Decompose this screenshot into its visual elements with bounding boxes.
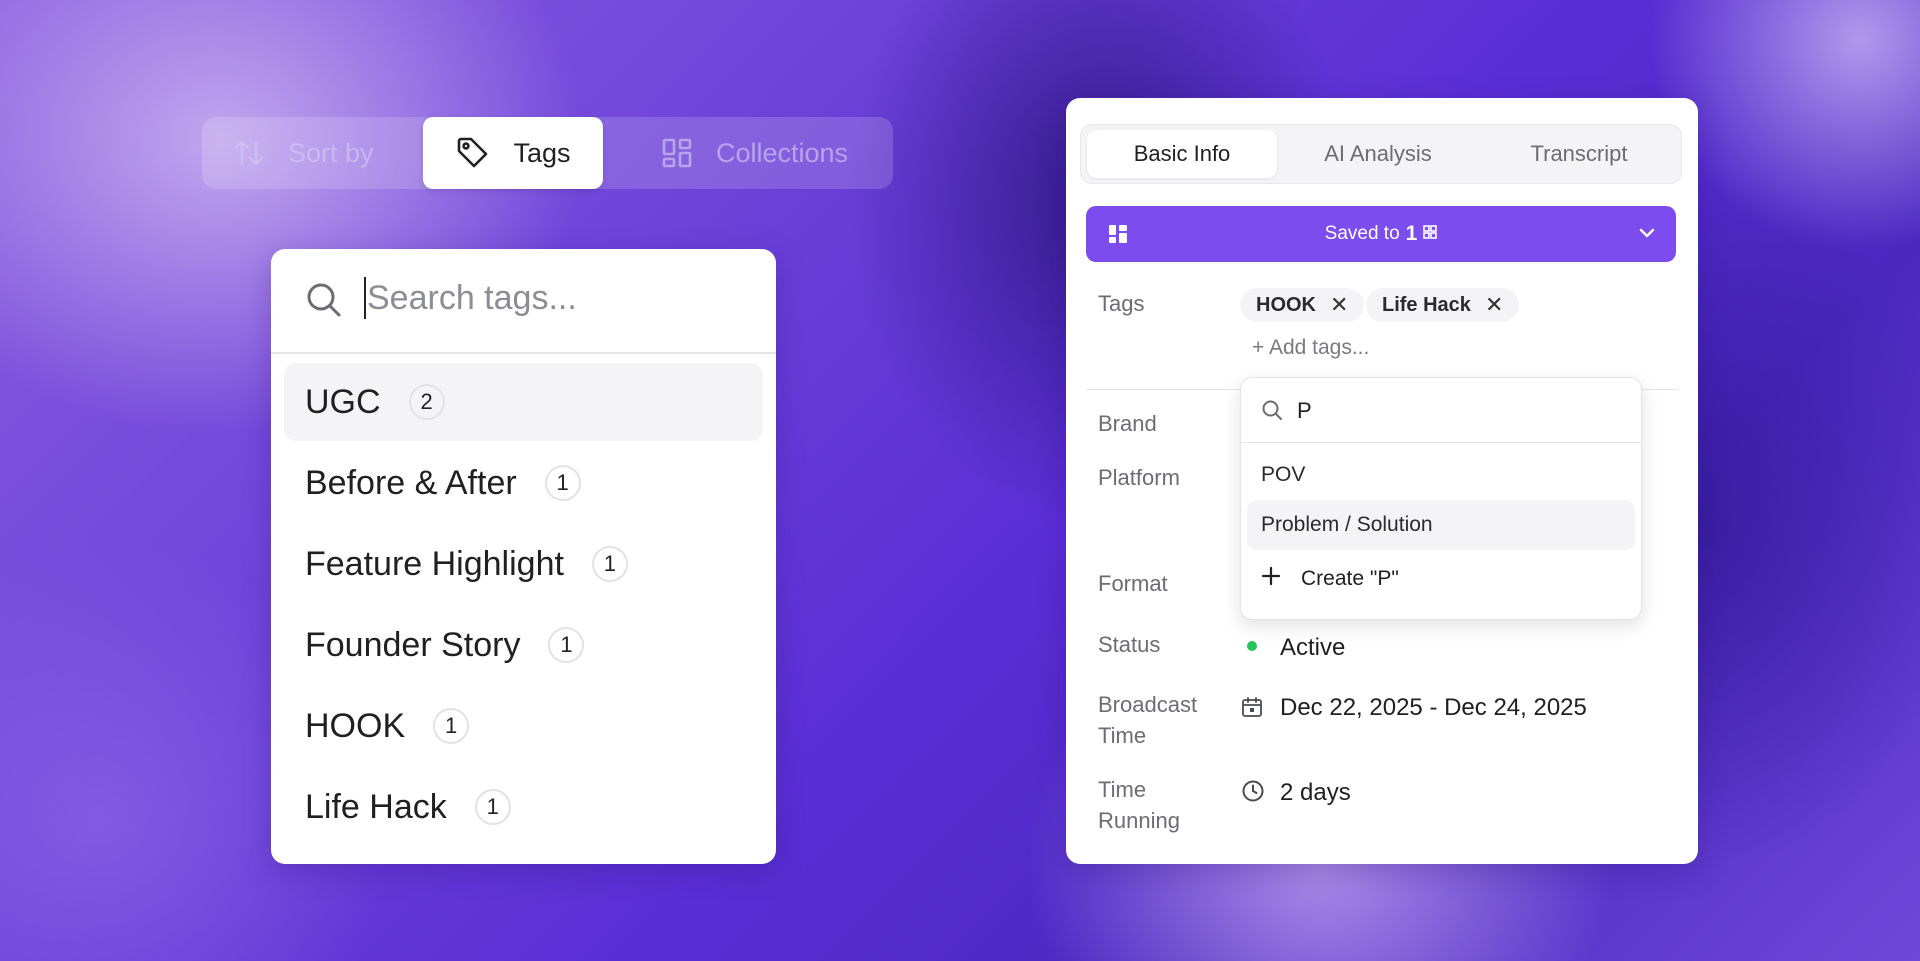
tag-search-panel: Search tags... UGC 2 Before & After 1 Fe… [271, 249, 776, 864]
tag-chip-label: HOOK [1256, 293, 1316, 316]
tag-count-badge: 2 [408, 384, 445, 420]
tag-item-founder-story[interactable]: Founder Story 1 [284, 606, 763, 684]
chevron-down-icon[interactable] [1638, 226, 1656, 245]
tag-search-input[interactable]: Search tags... [271, 249, 776, 354]
saved-count: 1 [1405, 222, 1418, 245]
tag-option-pov[interactable]: POV [1247, 450, 1635, 500]
status-dot [1247, 641, 1257, 651]
collections-label: Collections [716, 137, 849, 168]
tag-chip-hook: HOOK ✕ [1240, 288, 1365, 322]
search-icon [1261, 399, 1283, 426]
sort-icon [232, 136, 266, 170]
tag-count-badge: 1 [433, 708, 470, 744]
tag-count-badge: 1 [591, 546, 628, 582]
brand-field-label: Brand [1098, 411, 1157, 436]
tags-label: Tags [513, 137, 571, 168]
tag-label: UGC [305, 382, 381, 421]
clock-icon [1241, 779, 1265, 808]
detail-tabs: Basic Info AI Analysis Transcript [1080, 124, 1682, 184]
saved-to-label: Saved to [1324, 223, 1400, 244]
status-value: Active [1280, 634, 1346, 661]
add-tags-button[interactable]: + Add tags... [1252, 336, 1369, 360]
collections-small-icon [1423, 223, 1438, 245]
tag-item-feature-highlight[interactable]: Feature Highlight 1 [284, 525, 763, 603]
collections-button[interactable]: Collections [660, 117, 848, 189]
search-icon [305, 281, 343, 324]
tag-item-before-after[interactable]: Before & After 1 [284, 444, 763, 522]
sort-label: Sort by [288, 137, 374, 168]
view-toolbar: Sort by Tags Collections [202, 117, 893, 189]
tags-field-label: Tags [1098, 291, 1145, 316]
close-icon[interactable]: ✕ [1330, 292, 1348, 318]
tag-label: Life Hack [305, 787, 447, 826]
sort-button[interactable]: Sort by [232, 117, 374, 189]
create-tag-button[interactable]: Create "P" [1261, 566, 1399, 592]
calendar-icon [1241, 696, 1263, 723]
tab-ai-analysis[interactable]: AI Analysis [1283, 125, 1473, 183]
ad-detail-panel: Basic Info AI Analysis Transcript Saved … [1066, 98, 1698, 864]
tag-label: Feature Highlight [305, 544, 564, 583]
tag-count-badge: 1 [544, 465, 581, 501]
tag-dropdown: P POV Problem / Solution Create "P" [1240, 377, 1642, 620]
tags-button[interactable]: Tags [423, 117, 603, 189]
saved-to-collections-banner[interactable]: Saved to 1 [1086, 206, 1676, 262]
status-field-label: Status [1098, 632, 1161, 657]
tag-item-life-hack[interactable]: Life Hack 1 [284, 768, 763, 846]
close-icon[interactable]: ✕ [1485, 292, 1503, 318]
tag-label: Before & After [305, 463, 517, 502]
tab-transcript[interactable]: Transcript [1481, 125, 1677, 183]
collections-icon [660, 136, 694, 170]
tag-item-ugc[interactable]: UGC 2 [284, 363, 763, 441]
tag-label: Founder Story [305, 625, 521, 664]
text-caret [364, 277, 366, 319]
tag-label: HOOK [305, 706, 406, 745]
tag-count-badge: 1 [548, 627, 585, 663]
plus-icon [1261, 566, 1281, 592]
tag-dropdown-search[interactable]: P [1241, 378, 1641, 443]
time-running-value: 2 days [1280, 779, 1351, 806]
search-placeholder: Search tags... [367, 279, 577, 317]
format-field-label: Format [1098, 571, 1168, 596]
platform-field-label: Platform [1098, 465, 1180, 490]
create-tag-label: Create "P" [1301, 567, 1399, 590]
tag-chip-life-hack: Life Hack ✕ [1366, 288, 1520, 322]
tag-icon [455, 135, 491, 171]
broadcast-time-value: Dec 22, 2025 - Dec 24, 2025 [1280, 694, 1587, 721]
tag-dropdown-query: P [1297, 398, 1312, 423]
tag-option-problem-solution[interactable]: Problem / Solution [1247, 500, 1635, 550]
broadcast-time-field-label: Broadcast Time [1098, 692, 1198, 748]
tag-count-badge: 1 [474, 789, 511, 825]
tag-item-hook[interactable]: HOOK 1 [284, 687, 763, 765]
time-running-field-label: Time Running [1098, 777, 1180, 833]
tab-basic-info[interactable]: Basic Info [1087, 130, 1277, 178]
tag-chip-label: Life Hack [1382, 293, 1471, 316]
